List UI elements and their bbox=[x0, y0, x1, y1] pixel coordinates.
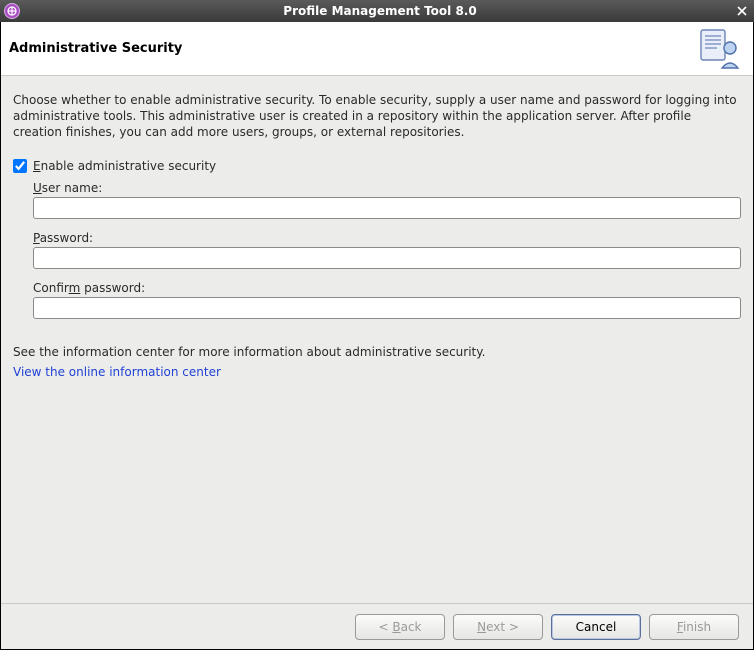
app-icon bbox=[4, 3, 20, 19]
close-icon[interactable] bbox=[734, 3, 750, 19]
enable-security-label[interactable]: Enable administrative security bbox=[33, 159, 216, 173]
content-area: Choose whether to enable administrative … bbox=[1, 76, 753, 603]
username-label: User name: bbox=[33, 181, 741, 195]
online-info-link[interactable]: View the online information center bbox=[13, 365, 221, 379]
confirm-password-input[interactable] bbox=[33, 297, 741, 319]
cancel-button[interactable]: Cancel bbox=[551, 614, 641, 640]
page-header: Administrative Security bbox=[1, 22, 753, 76]
window-title: Profile Management Tool 8.0 bbox=[26, 4, 734, 18]
confirm-password-label: Confirm password: bbox=[33, 281, 741, 295]
password-label: Password: bbox=[33, 231, 741, 245]
info-text: See the information center for more info… bbox=[13, 345, 741, 359]
description-text: Choose whether to enable administrative … bbox=[13, 92, 741, 141]
next-button[interactable]: Next > bbox=[453, 614, 543, 640]
wizard-button-bar: < Back Next > Cancel Finish bbox=[1, 603, 753, 649]
enable-security-checkbox[interactable] bbox=[13, 159, 27, 173]
finish-button[interactable]: Finish bbox=[649, 614, 739, 640]
back-button[interactable]: < Back bbox=[355, 614, 445, 640]
window-body: Administrative Security Choose whether t… bbox=[0, 22, 754, 650]
password-input[interactable] bbox=[33, 247, 741, 269]
username-input[interactable] bbox=[33, 197, 741, 219]
security-profile-icon bbox=[697, 26, 743, 72]
credential-fields: User name: Password: Confirm password: bbox=[13, 181, 741, 327]
page-title: Administrative Security bbox=[9, 41, 697, 56]
window-titlebar[interactable]: Profile Management Tool 8.0 bbox=[0, 0, 754, 22]
